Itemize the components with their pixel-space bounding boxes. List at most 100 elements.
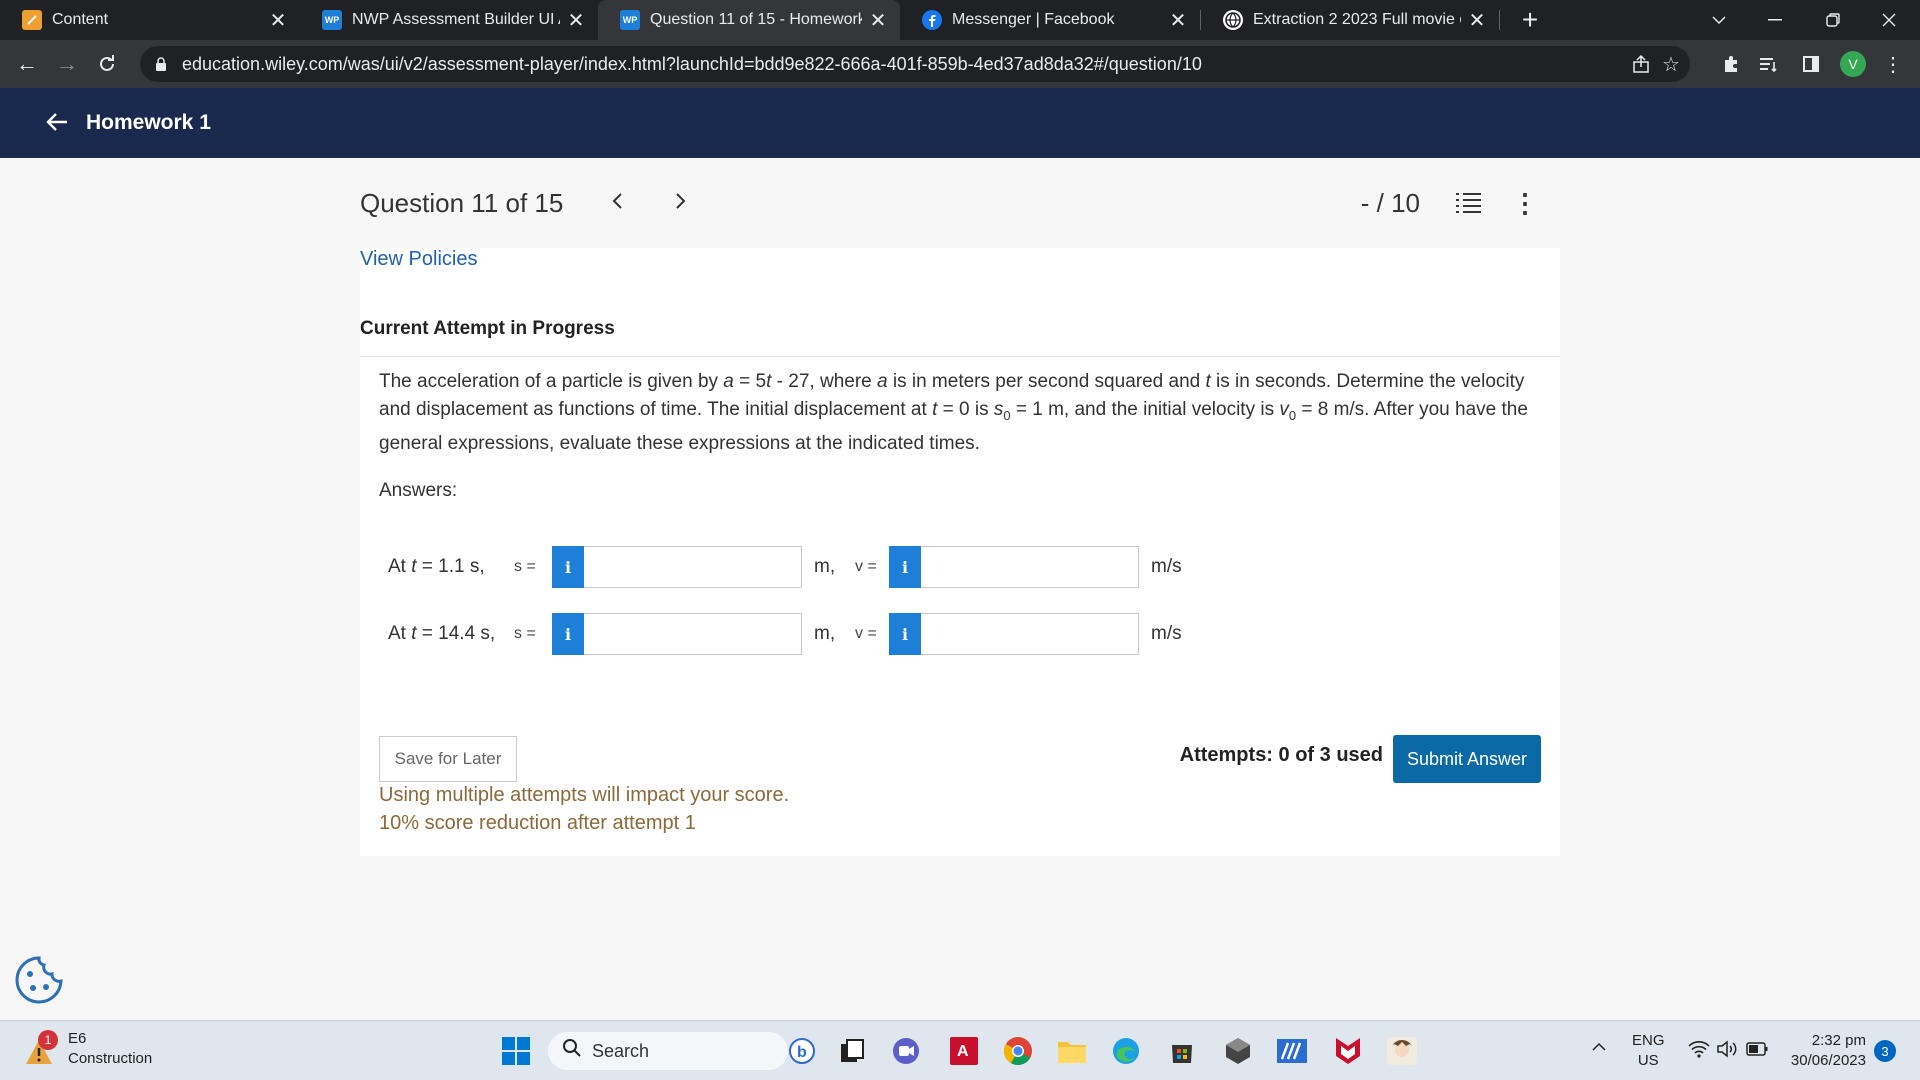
svg-text:A: A <box>957 1043 969 1060</box>
mathcad-icon[interactable] <box>1274 1033 1310 1069</box>
cookie-settings-icon[interactable] <box>14 955 64 1005</box>
info-icon[interactable]: i <box>889 613 921 655</box>
close-tab-icon[interactable]: ✕ <box>268 10 288 32</box>
wifi-icon[interactable] <box>1688 1040 1710 1064</box>
tab-title: NWP Assessment Builder UI Appl <box>352 11 560 28</box>
displacement-label: s = <box>514 625 536 642</box>
more-options-kebab-icon[interactable]: ⋮ <box>1512 188 1538 219</box>
volume-icon[interactable] <box>1716 1040 1738 1064</box>
share-icon[interactable] <box>1626 46 1656 82</box>
profile-initial: V <box>1840 51 1866 77</box>
extensions-puzzle-icon[interactable] <box>1714 40 1748 88</box>
bing-icon[interactable]: b <box>784 1033 820 1069</box>
answer-row: At t = 1.1 s, s = i m, v = i m/s <box>388 546 1182 588</box>
info-icon[interactable]: i <box>552 613 584 655</box>
svg-text:b: b <box>797 1044 807 1061</box>
notification-count-badge[interactable]: 3 <box>1874 1040 1896 1062</box>
attempt-heading: Current Attempt in Progress <box>360 318 615 339</box>
mcafee-icon[interactable] <box>1330 1033 1366 1069</box>
browser-toolbar: ← → education.wiley.com/was/ui/v2/assess… <box>0 40 1920 88</box>
tab-content[interactable]: Content ✕ <box>0 0 300 40</box>
search-label: Search <box>592 1040 650 1061</box>
bookmark-star-icon[interactable]: ☆ <box>1656 46 1686 82</box>
show-hidden-icons-chevron-icon[interactable] <box>1592 1038 1606 1058</box>
file-explorer-icon[interactable] <box>1054 1033 1090 1069</box>
weather-alert-badge: 1 <box>38 1030 58 1050</box>
tab-messenger[interactable]: Messenger | Facebook ✕ <box>900 0 1200 40</box>
attempts-counter: Attempts: 0 of 3 used <box>1179 744 1383 766</box>
autocad-icon[interactable]: A <box>946 1033 982 1069</box>
weather-widget[interactable]: 1 E6 Construction <box>24 1029 152 1069</box>
velocity-input[interactable] <box>921 546 1139 588</box>
chrome-icon[interactable] <box>1000 1033 1036 1069</box>
reading-list-icon[interactable] <box>1752 40 1786 88</box>
tab-search-chevron-icon[interactable] <box>1696 0 1742 40</box>
lock-icon <box>156 57 166 71</box>
unit-label: m/s <box>1151 623 1182 644</box>
displacement-input[interactable] <box>584 546 802 588</box>
score-reduction-note: 10% score reduction after attempt 1 <box>379 812 696 834</box>
browser-menu-kebab-icon[interactable]: ⋮ <box>1876 40 1910 88</box>
displacement-label: s = <box>514 558 536 575</box>
info-icon[interactable]: i <box>889 546 921 588</box>
url-text: education.wiley.com/was/ui/v2/assessment… <box>182 53 1202 74</box>
time-label: At t = 14.4 s, <box>388 623 496 644</box>
question-score: - / 10 <box>1360 187 1420 218</box>
close-window-icon[interactable] <box>1866 0 1912 40</box>
app-header: Homework 1 <box>0 88 1920 158</box>
view-policies-link[interactable]: View Policies <box>360 248 477 271</box>
search-icon <box>562 1038 582 1064</box>
side-panel-icon[interactable] <box>1794 40 1828 88</box>
battery-icon[interactable] <box>1746 1042 1768 1062</box>
back-arrow-icon[interactable]: ← <box>7 44 47 84</box>
unit-label: m, <box>814 623 836 644</box>
divider <box>360 356 1560 357</box>
character-app-icon[interactable] <box>1384 1033 1420 1069</box>
forward-arrow-icon[interactable]: → <box>47 44 87 84</box>
next-question-chevron-icon[interactable] <box>671 189 691 217</box>
velocity-label: v = <box>855 558 877 575</box>
address-bar[interactable]: education.wiley.com/was/ui/v2/assessment… <box>140 46 1690 82</box>
content-favicon-icon <box>22 10 42 30</box>
clock-date: 30/06/2023 <box>1790 1052 1866 1069</box>
info-icon[interactable]: i <box>552 546 584 588</box>
facebook-favicon-icon <box>922 10 942 30</box>
submit-answer-button[interactable]: Submit Answer <box>1393 735 1541 783</box>
time-label: At t = 1.1 s, <box>388 556 485 577</box>
question-header: Question 11 of 15 - / 10 ⋮ <box>360 180 1560 226</box>
close-tab-icon[interactable]: ✕ <box>566 10 586 32</box>
taskbar-search-box[interactable]: Search <box>548 1032 788 1070</box>
velocity-input[interactable] <box>921 613 1139 655</box>
edge-icon[interactable] <box>1108 1033 1144 1069</box>
assignment-title-link[interactable]: Homework 1 <box>86 111 211 135</box>
language-indicator[interactable]: ENG US <box>1632 1031 1665 1071</box>
wp-favicon-icon: WP <box>620 10 640 30</box>
displacement-input[interactable] <box>584 613 802 655</box>
reload-icon[interactable] <box>87 44 127 84</box>
restore-window-icon[interactable] <box>1810 0 1856 40</box>
previous-question-chevron-icon[interactable] <box>607 189 627 217</box>
profile-avatar[interactable]: V <box>1836 40 1870 88</box>
globe-favicon-icon <box>1223 10 1243 30</box>
windows-start-icon[interactable] <box>498 1033 534 1069</box>
new-tab-button[interactable]: + <box>1510 4 1550 36</box>
tab-title: Messenger | Facebook <box>952 11 1115 28</box>
tab-nwp-builder[interactable]: WP NWP Assessment Builder UI Appl ✕ <box>300 0 598 40</box>
back-arrow-icon[interactable] <box>46 109 68 137</box>
microsoft-store-icon[interactable] <box>1164 1033 1200 1069</box>
teams-meet-icon[interactable] <box>888 1033 924 1069</box>
tab-extraction[interactable]: Extraction 2 2023 Full movie onlin ✕ <box>1201 0 1499 40</box>
clock[interactable]: 2:32 pm 30/06/2023 <box>1782 1031 1866 1071</box>
3d-app-icon[interactable] <box>1220 1033 1256 1069</box>
weather-code: E6 <box>68 1030 87 1047</box>
close-tab-icon[interactable]: ✕ <box>1467 10 1487 32</box>
close-tab-icon[interactable]: ✕ <box>1168 10 1188 32</box>
task-view-icon[interactable] <box>834 1033 870 1069</box>
question-list-icon[interactable] <box>1454 191 1482 215</box>
tab-question-11[interactable]: WP Question 11 of 15 - Homework 1 ✕ <box>598 0 900 40</box>
close-tab-icon[interactable]: ✕ <box>868 10 888 32</box>
save-for-later-button[interactable]: Save for Later <box>379 736 517 782</box>
region-code: US <box>1637 1052 1659 1069</box>
question-card: View Policies Current Attempt in Progres… <box>360 248 1560 856</box>
minimize-window-icon[interactable] <box>1752 0 1798 40</box>
